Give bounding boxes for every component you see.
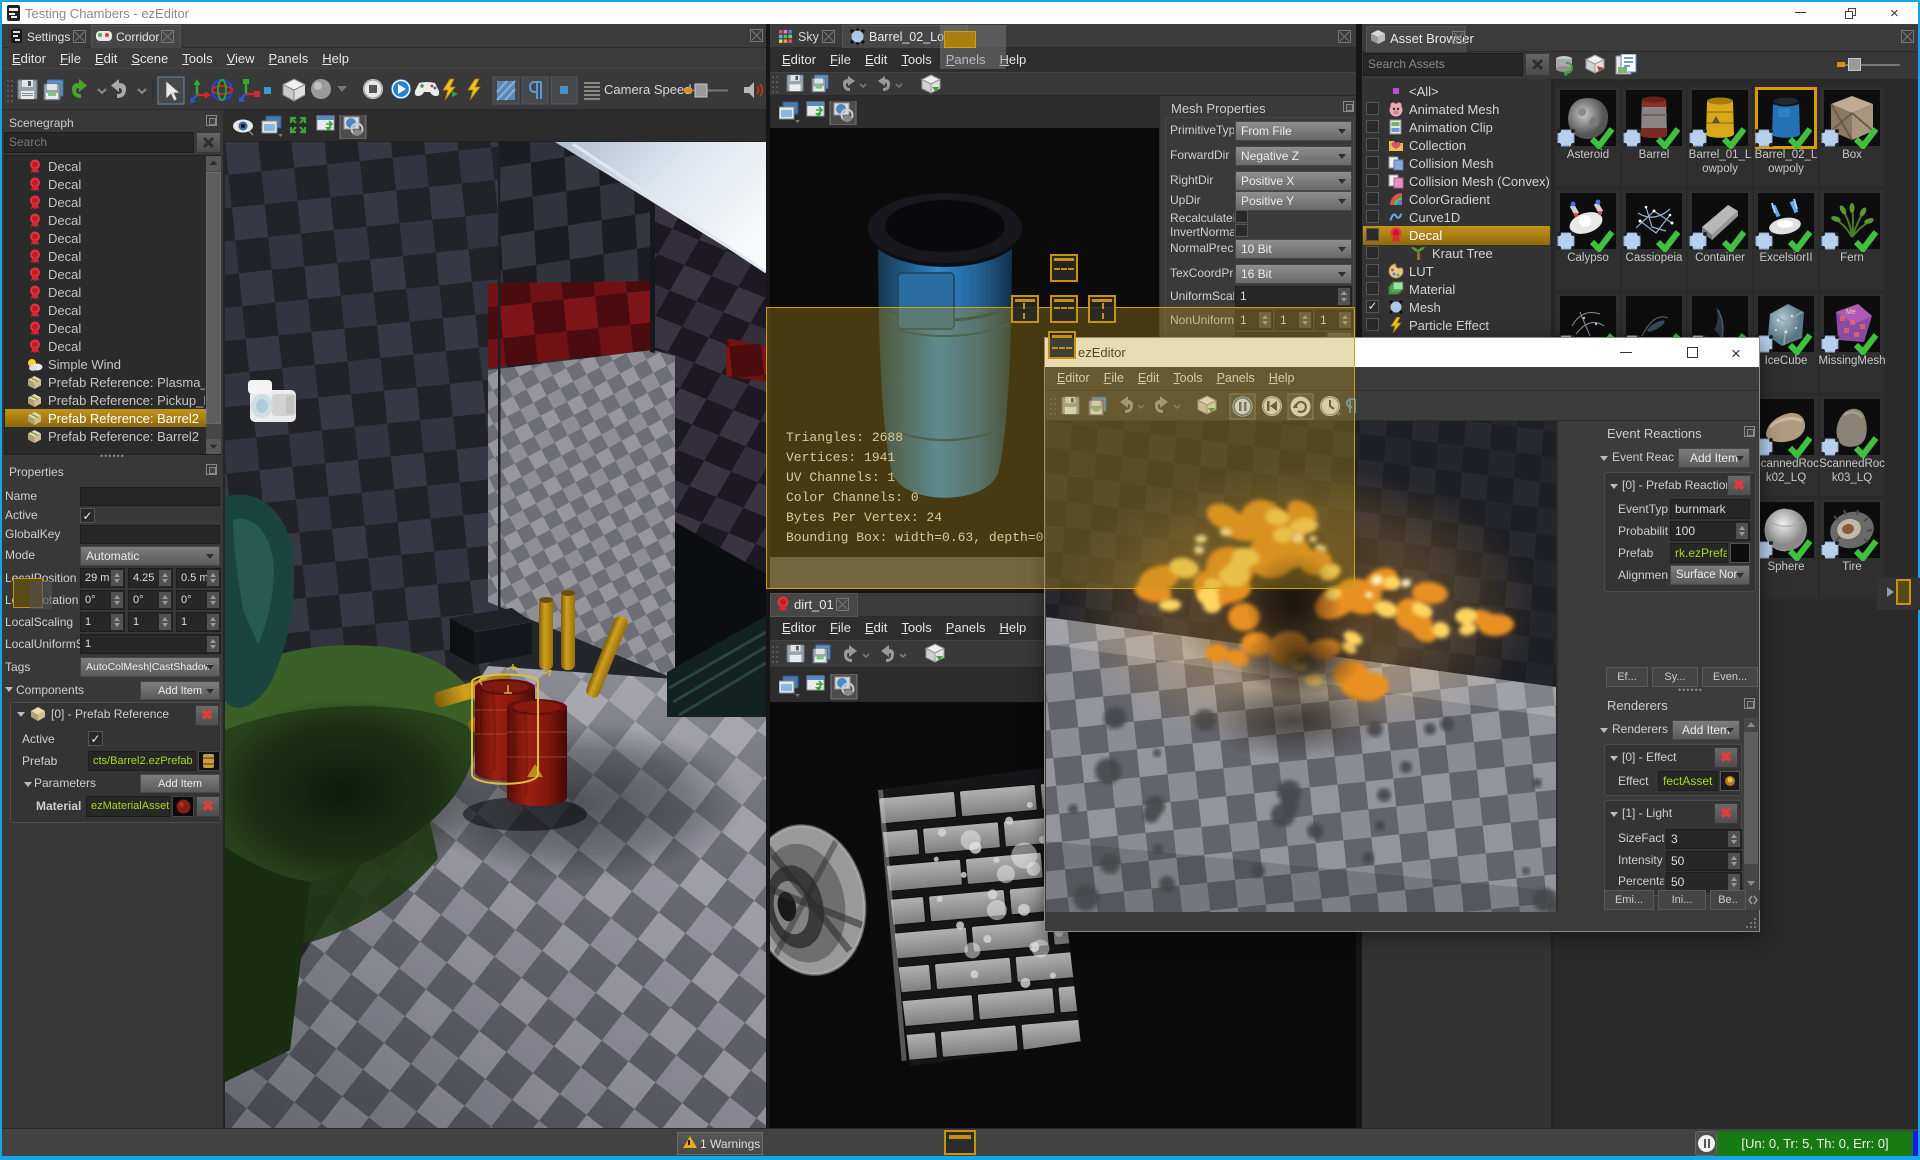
- svg-text:Camera Speed: Camera Speed: [604, 82, 691, 97]
- svg-text:Me: Me: [1846, 309, 1856, 316]
